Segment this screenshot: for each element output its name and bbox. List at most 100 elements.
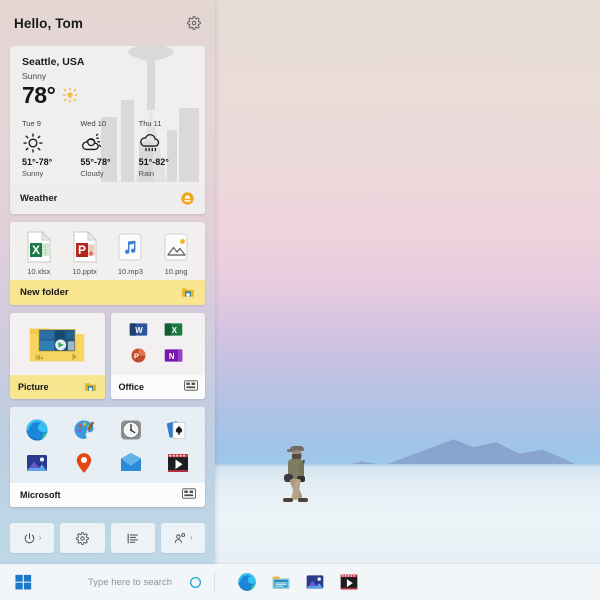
forecast-range: 51°-82° — [138, 157, 169, 168]
powerpoint-icon[interactable]: P — [128, 345, 152, 369]
desktop-screen: Hello, Tom Seattle, USA Sunny 78° Tue 9 … — [0, 0, 600, 600]
forecast-range: 55°-78° — [80, 157, 111, 168]
edge-icon[interactable] — [25, 418, 49, 442]
start-menu-tiles: Seattle, USA Sunny 78° Tue 9 51°-78° Sun… — [0, 46, 215, 517]
forecast-condition: Rain — [138, 169, 155, 179]
weather-city: Seattle, USA — [22, 56, 85, 68]
search-placeholder: Type here to search — [88, 576, 172, 588]
list-item[interactable]: 10.png — [153, 231, 199, 276]
chevron-right-icon: › — [38, 533, 42, 542]
weather-current: Seattle, USA Sunny 78° — [10, 46, 205, 111]
weather-widget[interactable]: Seattle, USA Sunny 78° Tue 9 51°-78° Sun… — [10, 46, 205, 215]
svg-text:34: 34 — [38, 356, 44, 361]
wallpaper-walking-person — [281, 446, 315, 504]
weather-temperature: 78° — [22, 82, 56, 108]
picture-tile[interactable]: 34 Picture — [10, 313, 105, 400]
office-tile-bar[interactable]: Office — [110, 375, 205, 400]
group-tile-icon — [182, 488, 196, 501]
map-pin-icon[interactable] — [72, 451, 96, 475]
paint-icon[interactable] — [72, 418, 96, 442]
onenote-icon[interactable]: N — [163, 345, 187, 369]
partly-cloudy-icon — [80, 131, 136, 155]
power-button[interactable]: › — [10, 523, 55, 553]
weather-widget-group: Seattle, USA Sunny 78° Tue 9 51°-78° Sun… — [10, 46, 205, 215]
folder-badge-icon — [181, 285, 195, 299]
sun-icon — [22, 131, 78, 155]
folder-label: New folder — [20, 286, 69, 298]
cortana-icon[interactable] — [189, 576, 202, 589]
cards-icon[interactable] — [166, 418, 190, 442]
microsoft-tile-bar[interactable]: Microsoft — [10, 483, 205, 508]
list-item[interactable]: X 10.xlsx — [16, 231, 62, 276]
image-file-icon — [161, 231, 191, 263]
power-icon — [23, 532, 36, 545]
file-explorer-icon[interactable] — [271, 572, 291, 592]
file-name: 10.xlsx — [27, 267, 51, 277]
list-item[interactable]: P 10.pptx — [62, 231, 108, 276]
search-input[interactable]: Type here to search — [46, 564, 214, 600]
microsoft-tile[interactable]: Microsoft — [10, 407, 205, 508]
microsoft-tile-group: Microsoft — [10, 407, 205, 508]
svg-text:X: X — [32, 243, 40, 257]
documents-button[interactable] — [110, 523, 155, 553]
files-tile-group: X 10.xlsx P 10.pptx 10.mp3 10.png New fo… — [10, 222, 205, 306]
weather-tile-label: Weather — [20, 193, 58, 205]
svg-text:N: N — [169, 352, 175, 361]
person-tag-icon — [173, 532, 187, 545]
word-icon[interactable]: W — [128, 319, 152, 343]
movies-tv-icon[interactable] — [166, 451, 190, 475]
sun-icon — [62, 87, 78, 103]
settings-button[interactable] — [60, 523, 105, 553]
weather-tile-footer: Weather — [10, 184, 205, 215]
svg-text:W: W — [135, 326, 143, 335]
clock-icon[interactable] — [119, 418, 143, 442]
group-tile-icon — [184, 380, 198, 393]
photos-icon[interactable] — [25, 451, 49, 475]
taskbar-apps — [215, 572, 359, 592]
forecast-condition: Sunny — [22, 169, 44, 179]
photos-icon[interactable] — [305, 572, 325, 592]
forecast-day: Tue 9 51°-78° Sunny — [20, 119, 78, 178]
picture-folder-icon: 34 — [28, 322, 86, 366]
movies-tv-icon[interactable] — [339, 572, 359, 592]
svg-text:X: X — [172, 326, 178, 335]
taskbar: Type here to search — [0, 564, 600, 600]
list-icon — [126, 532, 139, 545]
forecast-range: 51°-78° — [22, 157, 53, 168]
chevron-right-icon: › — [190, 533, 193, 542]
microsoft-tile-label: Microsoft — [20, 489, 61, 500]
new-folder-bar[interactable]: New folder — [10, 280, 205, 306]
forecast-day: Wed 10 55°-78° Cloudy — [78, 119, 136, 178]
picture-tile-label: Picture — [18, 381, 49, 392]
list-item[interactable]: 10.mp3 — [108, 231, 154, 276]
weather-condition: Sunny — [22, 71, 47, 81]
gear-icon — [75, 531, 89, 545]
gear-icon[interactable] — [185, 14, 203, 32]
partly-sunny-badge-icon — [180, 191, 195, 206]
start-menu-actions: › › — [0, 517, 215, 565]
forecast-day-name: Tue 9 — [22, 119, 41, 129]
forecast-day: Thu 11 51°-82° Rain — [137, 119, 195, 178]
file-name: 10.pptx — [72, 267, 97, 277]
start-menu-header: Hello, Tom — [0, 0, 215, 46]
svg-text:P: P — [134, 354, 139, 361]
office-tile-label: Office — [118, 381, 145, 392]
microsoft-tile-apps — [10, 407, 205, 483]
powerpoint-file-icon: P — [70, 231, 100, 263]
edge-icon[interactable] — [237, 572, 257, 592]
greeting-text: Hello, Tom — [14, 15, 84, 31]
weather-forecast: Tue 9 51°-78° Sunny Wed 10 55°-78° Cloud… — [10, 111, 205, 184]
windows-logo-icon — [14, 574, 32, 591]
music-file-icon — [115, 231, 145, 263]
svg-text:P: P — [78, 243, 86, 257]
picture-tile-body: 34 — [10, 313, 105, 375]
forecast-day-name: Wed 10 — [80, 119, 107, 129]
files-tile[interactable]: X 10.xlsx P 10.pptx 10.mp3 10.png New fo… — [10, 222, 205, 306]
start-button[interactable] — [0, 574, 46, 591]
mail-icon[interactable] — [119, 451, 143, 475]
picture-tile-bar[interactable]: Picture — [10, 375, 105, 400]
file-name: 10.mp3 — [117, 267, 143, 277]
accounts-button[interactable]: › — [160, 523, 205, 553]
office-tile[interactable]: W X P N Office — [110, 313, 205, 400]
excel-icon[interactable]: X — [163, 319, 187, 343]
